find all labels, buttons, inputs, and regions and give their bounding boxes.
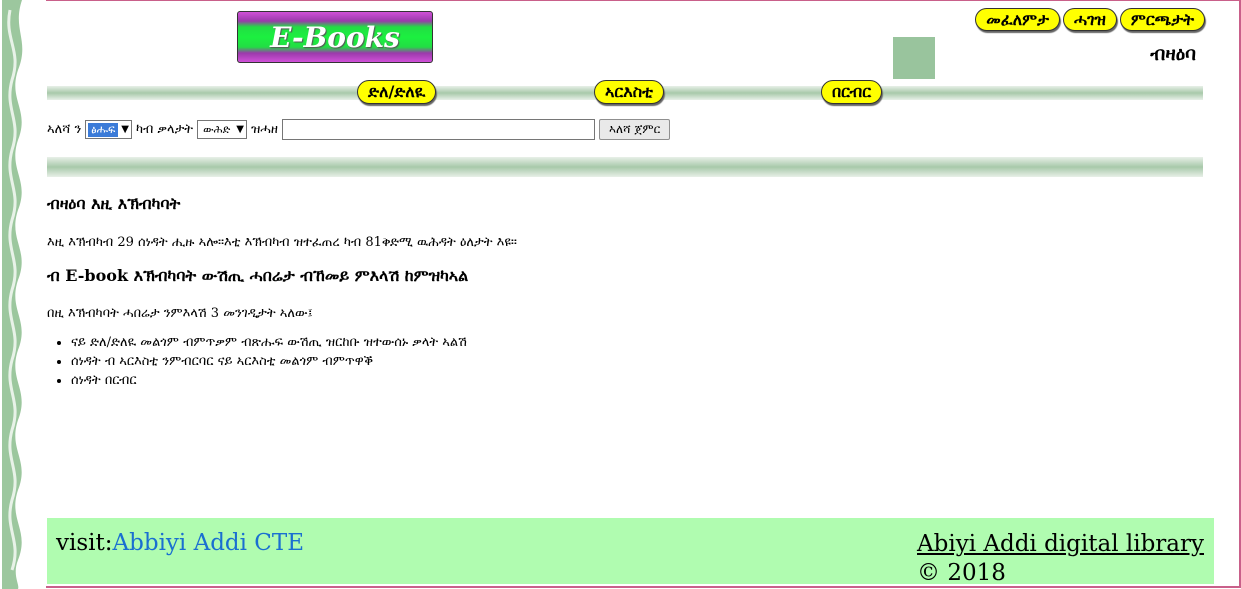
nav-preferences-button[interactable]: ምርጫታት bbox=[1119, 8, 1205, 31]
search-input[interactable] bbox=[282, 119, 595, 140]
divider-bar bbox=[47, 157, 1203, 177]
nav-titles-button[interactable]: ኣርእስቲ bbox=[594, 80, 664, 104]
main-content: ብዛዕባ እዚ እኽብካባት እዚ እኽብካብ 29 ሰነዳት ሒዙ ኣሎ።እቲ… bbox=[47, 194, 517, 390]
nav-browse-button[interactable]: በርብር bbox=[821, 80, 883, 104]
nav-help-button[interactable]: ሓገዝ bbox=[1063, 8, 1117, 31]
page-title: ብዛዕባ bbox=[1150, 43, 1196, 65]
word-match-value: ውሕድ bbox=[203, 122, 231, 136]
footer-visit: visit:Abbiyi Addi CTE bbox=[56, 530, 304, 556]
copyright: © 2018 bbox=[917, 560, 1006, 586]
search-help-paragraph: በዚ እኽብካባት ሓበሬታ ንምእላሽ 3 መንገዲታት ኣለው፤ bbox=[47, 306, 313, 321]
about-paragraph: እዚ እኽብካብ 29 ሰነዳት ሒዙ ኣሎ።እቲ እኽብካብ ዝተፈጠረ ካብ… bbox=[47, 235, 517, 250]
search-field-value: ፅሑፍ bbox=[88, 122, 119, 137]
nav-home-button[interactable]: መፈለምታ bbox=[975, 8, 1061, 31]
search-field-select[interactable]: ፅሑፍ ▼ bbox=[85, 120, 132, 139]
library-name-link[interactable]: Abiyi Addi digital library bbox=[917, 530, 1204, 559]
search-help-heading: ብ E-book እኽብካባት ውሽጢ ሓበሬታ ብኸመይ ምእላሽ ከምዝካኣ… bbox=[47, 266, 469, 285]
logo-text: E-Books bbox=[270, 20, 400, 54]
top-navigation: መፈለምታ ሓገዝ ምርጫታት bbox=[975, 8, 1205, 31]
chevron-down-icon: ▼ bbox=[121, 124, 129, 135]
visit-link[interactable]: Abbiyi Addi CTE bbox=[113, 530, 305, 556]
search-methods-list: ናይ ድለ/ድለዪ መልጎም ብምጥቃም ብጽሑፍ ውሽጢ ዝርከቡ ዝተውሰኑ… bbox=[47, 333, 517, 390]
footer-credits: Abiyi Addi digital library © 2018 bbox=[917, 530, 1204, 588]
query-label: ዝሓዘ bbox=[250, 122, 278, 137]
about-heading: ብዛዕባ እዚ እኽብካባት bbox=[47, 194, 181, 213]
words-label: ካብ ቃላታት bbox=[135, 122, 194, 137]
search-label: ኣለሻ ን bbox=[47, 122, 82, 137]
list-item: ናይ ድለ/ድለዪ መልጎም ብምጥቃም ብጽሑፍ ውሽጢ ዝርከቡ ዝተውሰኑ… bbox=[71, 333, 517, 352]
chevron-down-icon: ▼ bbox=[236, 124, 244, 135]
page-icon bbox=[893, 37, 935, 79]
list-item: ሰነዳት በርብር bbox=[71, 371, 517, 390]
list-item: ሰነዳት ብ ኣርእስቲ ንምብርባር ናይ ኣርእስቲ መልጎም ብምጥዋቕ bbox=[71, 352, 517, 371]
footer: visit:Abbiyi Addi CTE Abiyi Addi digital… bbox=[47, 518, 1214, 586]
start-search-button[interactable]: ኣለሻ ጀምር bbox=[599, 119, 671, 140]
word-match-select[interactable]: ውሕድ ▼ bbox=[197, 120, 247, 139]
decorative-leaf-border bbox=[0, 0, 46, 589]
ebooks-logo[interactable]: E-Books bbox=[237, 11, 433, 63]
nav-search-button[interactable]: ድለ/ድለዪ bbox=[357, 80, 437, 104]
search-form: ኣለሻ ን ፅሑፍ ▼ ካብ ቃላታት ውሕድ ▼ ዝሓዘ ኣለሻ ጀምር bbox=[47, 119, 671, 140]
visit-label: visit: bbox=[56, 530, 113, 556]
